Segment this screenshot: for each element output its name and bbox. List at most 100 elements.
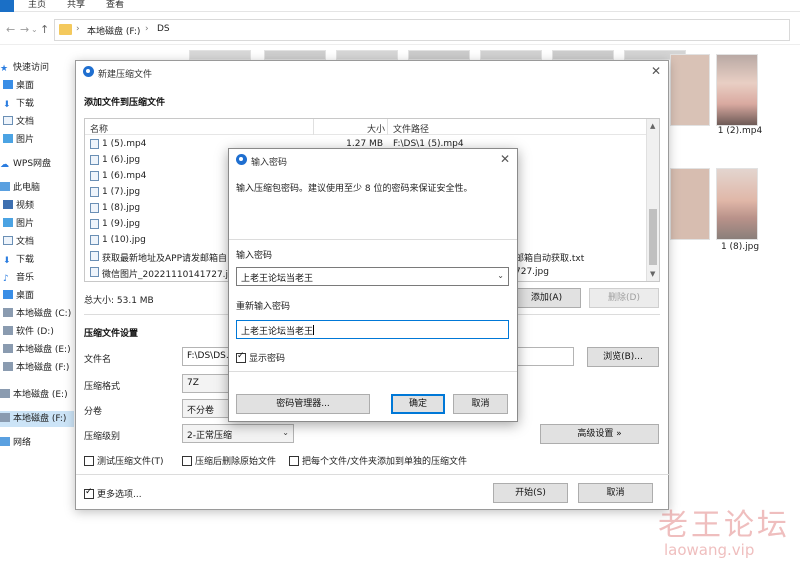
sidebar-item-label: 桌面 [16, 291, 35, 301]
thumbnail[interactable] [336, 50, 398, 60]
up-arrow-icon[interactable]: ↑ [40, 23, 49, 36]
file-name: 1 (6).mp4 [102, 171, 147, 181]
delete-button[interactable]: 删除(D) [589, 288, 659, 308]
file-list-scrollbar[interactable]: ▲ ▼ [646, 119, 659, 281]
section-add-files: 添加文件到压缩文件 [84, 98, 166, 108]
forward-arrow-icon[interactable]: → [20, 23, 29, 36]
checkbox-box[interactable] [182, 456, 192, 466]
cancel-button[interactable]: 取消 [578, 483, 653, 503]
sidebar-item-label: 文档 [16, 117, 35, 127]
split-label: 分卷 [84, 407, 103, 417]
ok-button[interactable]: 确定 [391, 394, 445, 414]
thumbnail[interactable] [480, 50, 542, 60]
close-icon[interactable]: ✕ [500, 152, 510, 166]
sidebar-item-desktop-2[interactable]: 桌面 [0, 288, 74, 304]
sidebar-item-quick-access[interactable]: ★ 快速访问 [0, 60, 74, 76]
chevron-down-icon[interactable]: ⌄ [497, 271, 504, 280]
document-icon [3, 116, 13, 125]
test-archive-checkbox[interactable]: 测试压缩文件(T) [84, 454, 164, 467]
thumbnail[interactable] [189, 50, 251, 60]
sidebar-item-label: 此电脑 [13, 183, 41, 193]
password-manager-button[interactable]: 密码管理器... [236, 394, 370, 414]
sidebar-item-this-pc[interactable]: 此电脑 [0, 180, 74, 196]
sidebar-item-downloads[interactable]: ⬇ 下载 [0, 96, 74, 112]
scroll-thumb[interactable] [649, 209, 657, 265]
level-value: 2-正常压缩 [187, 431, 232, 441]
thumbnail[interactable] [552, 50, 614, 60]
breadcrumb-drive-f[interactable]: 本地磁盘 (F:) [87, 24, 140, 37]
checkbox-box[interactable] [289, 456, 299, 466]
sidebar-item-desktop[interactable]: 桌面 [0, 78, 74, 94]
more-options-checkbox[interactable]: 更多选项... [84, 487, 142, 500]
sidebar-item-label: 本地磁盘 (F:) [13, 414, 67, 424]
sidebar-item-pictures[interactable]: 图片 [0, 132, 74, 148]
sidebar-item-drive-f-2[interactable]: 本地磁盘 (F:) [0, 411, 74, 427]
sidebar-item-wps-drive[interactable]: ☁ WPS网盘 [0, 156, 74, 172]
sidebar-item-documents-2[interactable]: 文档 [0, 234, 74, 250]
close-icon[interactable]: ✕ [651, 64, 661, 78]
format-label: 压缩格式 [84, 382, 121, 392]
sidebar-item-drive-e-2[interactable]: 本地磁盘 (E:) [0, 387, 74, 403]
thumbnail-1-2-mp4[interactable] [716, 54, 758, 126]
ribbon-tab-file[interactable] [0, 0, 14, 12]
format-value: 7Z [187, 378, 199, 388]
browse-button[interactable]: 浏览(B)... [587, 347, 659, 367]
sidebar-item-documents[interactable]: 文档 [0, 114, 74, 130]
image-file-icon [90, 267, 99, 277]
history-chevron-icon[interactable]: ⌄ [31, 25, 38, 34]
sidebar-item-label: 软件 (D:) [16, 327, 54, 337]
thumbnail[interactable] [264, 50, 326, 60]
sidebar-item-drive-d[interactable]: 软件 (D:) [0, 324, 74, 340]
drive-icon [3, 362, 13, 371]
advanced-settings-button[interactable]: 高级设置 » [540, 424, 659, 444]
sidebar-item-label: 文档 [16, 237, 35, 247]
filename-label: 文件名 [84, 355, 112, 365]
password-input[interactable]: 上老王论坛当老王 ⌄ [236, 267, 509, 286]
download-icon: ⬇ [3, 256, 11, 266]
checkbox-box[interactable] [84, 487, 94, 499]
sidebar-item-drive-f[interactable]: 本地磁盘 (F:) [0, 360, 74, 376]
sidebar-item-network[interactable]: 网络 [0, 435, 74, 451]
show-password-checkbox[interactable]: 显示密码 [236, 351, 285, 364]
file-name: 1 (7).jpg [102, 187, 141, 197]
sidebar-item-videos[interactable]: 视频 [0, 198, 74, 214]
thumbnail[interactable] [670, 168, 710, 240]
sidebar-item-label: 视频 [16, 201, 35, 211]
column-name[interactable]: 名称 [90, 122, 108, 135]
scroll-down-icon[interactable]: ▼ [650, 270, 655, 278]
checkbox-box[interactable] [236, 351, 246, 363]
sidebar-item-music[interactable]: ♪ 音乐 [0, 270, 74, 286]
image-file-icon [90, 235, 99, 245]
level-select[interactable]: 2-正常压缩 ⌄ [182, 424, 294, 443]
separate-archives-checkbox[interactable]: 把每个文件/文件夹添加到单独的压缩文件 [289, 454, 467, 467]
back-arrow-icon[interactable]: ← [6, 23, 15, 36]
breadcrumb-ds[interactable]: DS [157, 24, 170, 34]
music-icon: ♪ [3, 274, 9, 284]
address-bar[interactable]: › 本地磁盘 (F:) › DS [54, 19, 790, 41]
checkbox-label: 更多选项... [97, 490, 142, 500]
thumbnail-1-8-jpg[interactable] [716, 168, 758, 240]
sidebar-item-drive-c[interactable]: 本地磁盘 (C:) [0, 306, 74, 322]
column-path[interactable]: 文件路径 [393, 122, 429, 135]
reenter-password-input[interactable]: 上老王论坛当老王 [236, 320, 509, 339]
ribbon-tab-view[interactable]: 查看 [106, 0, 124, 10]
picture-icon [3, 134, 13, 143]
start-button[interactable]: 开始(S) [493, 483, 568, 503]
add-button[interactable]: 添加(A) [512, 288, 581, 308]
delete-source-checkbox[interactable]: 压缩后删除原始文件 [182, 454, 276, 467]
ribbon-tab-share[interactable]: 共享 [67, 0, 85, 10]
sidebar-item-pictures-2[interactable]: 图片 [0, 216, 74, 232]
thumbnail[interactable] [408, 50, 470, 60]
file-list-header: 名称 大小 文件路径 [85, 119, 659, 135]
sidebar-item-downloads-2[interactable]: ⬇ 下载 [0, 252, 74, 268]
column-size[interactable]: 大小 [367, 122, 385, 135]
ribbon-tab-home[interactable]: 主页 [28, 0, 46, 10]
checkbox-box[interactable] [84, 456, 94, 466]
sidebar-item-label: 快速访问 [13, 63, 50, 73]
file-path: 727.jpg [515, 267, 549, 277]
sidebar-item-drive-e[interactable]: 本地磁盘 (E:) [0, 342, 74, 358]
folder-icon [59, 24, 72, 35]
scroll-up-icon[interactable]: ▲ [650, 122, 655, 130]
cancel-button[interactable]: 取消 [453, 394, 508, 414]
thumbnail[interactable] [670, 54, 710, 126]
